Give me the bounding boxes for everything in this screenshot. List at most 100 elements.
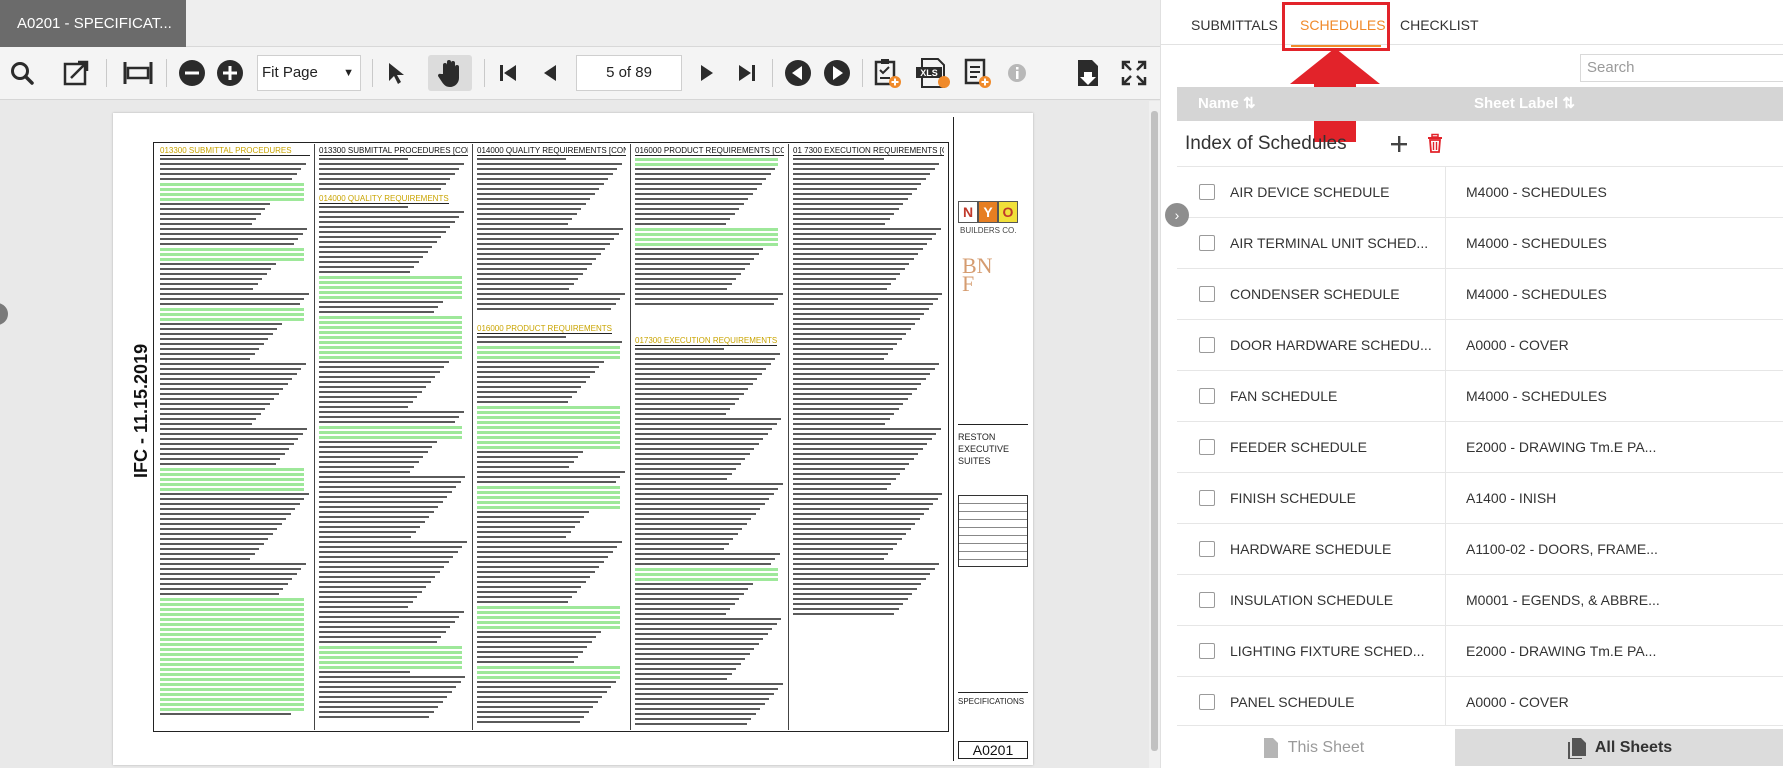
text-line	[160, 158, 250, 160]
table-row[interactable]: PANEL SCHEDULE A0000 - COVER	[1177, 677, 1783, 728]
previous-page-icon[interactable]	[535, 55, 565, 91]
next-page-icon[interactable]	[692, 55, 722, 91]
this-sheet-button[interactable]: This Sheet	[1177, 726, 1449, 768]
row-checkbox[interactable]	[1199, 592, 1215, 608]
column-divider	[1445, 422, 1446, 472]
row-checkbox[interactable]	[1199, 286, 1215, 302]
zoom-in-icon[interactable]	[214, 55, 246, 91]
highlighted-text-line	[160, 483, 304, 486]
add-icon[interactable]	[1388, 133, 1410, 155]
table-row[interactable]: CONDENSER SCHEDULE M4000 - SCHEDULES	[1177, 269, 1783, 320]
text-line	[477, 651, 583, 653]
text-line	[635, 203, 744, 205]
pan-hand-icon[interactable]	[428, 55, 472, 91]
text-line	[160, 383, 288, 385]
table-row[interactable]: AIR TERMINAL UNIT SCHED... M4000 - SCHEDU…	[1177, 218, 1783, 269]
text-line	[635, 608, 731, 610]
row-checkbox[interactable]	[1199, 439, 1215, 455]
document-add-icon[interactable]	[960, 55, 994, 91]
table-row[interactable]: INSULATION SCHEDULE M0001 - EGENDS, & ABB…	[1177, 575, 1783, 626]
text-line	[160, 423, 252, 425]
trash-icon[interactable]	[1425, 133, 1445, 155]
last-page-icon[interactable]	[732, 55, 762, 91]
vertical-scrollbar[interactable]	[1149, 101, 1160, 768]
table-row[interactable]: FINISH SCHEDULE A1400 - INISH	[1177, 473, 1783, 524]
clipboard-add-icon[interactable]	[870, 55, 904, 91]
text-line	[793, 303, 934, 305]
search-icon[interactable]	[6, 55, 38, 91]
back-circle-icon[interactable]	[782, 55, 814, 91]
text-line	[160, 268, 271, 270]
table-row[interactable]: HARDWARE SCHEDULE A1100-02 - DOORS, FRAME…	[1177, 524, 1783, 575]
text-line	[793, 473, 901, 475]
table-row[interactable]: FAN SCHEDULE M4000 - SCHEDULES	[1177, 371, 1783, 422]
highlighted-text-line	[319, 346, 463, 349]
collapse-panel-chevron-icon[interactable]: ›	[1165, 203, 1189, 227]
forward-circle-icon[interactable]	[821, 55, 853, 91]
row-checkbox[interactable]	[1199, 643, 1215, 659]
highlighted-text-line	[160, 633, 304, 636]
info-icon[interactable]	[1003, 55, 1031, 91]
text-line	[635, 603, 735, 605]
first-page-icon[interactable]	[493, 55, 523, 91]
zoom-select[interactable]: Fit Page ▼	[257, 55, 361, 91]
document-tab[interactable]: A0201 - SPECIFICAT...	[0, 0, 186, 47]
text-line	[477, 208, 582, 210]
xls-export-icon[interactable]: XLS	[913, 55, 953, 91]
fit-width-icon[interactable]	[60, 55, 92, 91]
text-line	[793, 533, 907, 535]
page-icon	[1263, 737, 1278, 758]
fit-page-icon[interactable]	[118, 55, 158, 91]
text-line	[635, 273, 741, 275]
spec-text-block	[477, 158, 626, 318]
text-line	[319, 511, 434, 513]
text-line	[793, 428, 941, 430]
tab-submittals[interactable]: SUBMITTALS	[1191, 0, 1278, 45]
text-line	[635, 468, 737, 470]
table-row[interactable]: DOOR HARDWARE SCHEDU... A0000 - COVER	[1177, 320, 1783, 371]
text-line	[319, 521, 425, 523]
text-line	[477, 641, 592, 643]
row-checkbox[interactable]	[1199, 184, 1215, 200]
row-checkbox[interactable]	[1199, 388, 1215, 404]
scrollbar-thumb[interactable]	[1151, 111, 1158, 751]
drawing-canvas[interactable]: IFC - 11.15.2019 013300 SUBMITTAL PROCED…	[0, 101, 1160, 768]
zoom-out-icon[interactable]	[176, 55, 208, 91]
search-input[interactable]: Search	[1580, 54, 1783, 82]
column-header-name[interactable]: Name ⇅	[1198, 87, 1256, 121]
left-panel-handle[interactable]	[0, 303, 8, 325]
row-checkbox[interactable]	[1199, 694, 1215, 710]
row-checkbox[interactable]	[1199, 541, 1215, 557]
text-line	[319, 236, 442, 238]
text-line	[160, 373, 297, 375]
all-sheets-button[interactable]: All Sheets	[1455, 729, 1783, 766]
text-line	[160, 203, 270, 205]
text-line	[160, 298, 304, 300]
text-line	[635, 288, 728, 290]
text-line	[319, 616, 460, 618]
text-line	[635, 403, 735, 405]
revision-table	[958, 495, 1028, 567]
text-line	[477, 536, 567, 538]
text-line	[477, 596, 573, 598]
fullscreen-icon[interactable]	[1118, 55, 1150, 91]
highlighted-text-line	[319, 656, 463, 659]
tab-schedules[interactable]: SCHEDULES	[1300, 0, 1386, 45]
download-sheet-icon[interactable]	[1072, 55, 1104, 91]
select-arrow-icon[interactable]	[380, 55, 412, 91]
table-row[interactable]: LIGHTING FIXTURE SCHED... E2000 - DRAWING…	[1177, 626, 1783, 677]
spec-text-block	[477, 336, 626, 726]
tab-checklist[interactable]: CHECKLIST	[1400, 0, 1479, 45]
row-checkbox[interactable]	[1199, 337, 1215, 353]
column-header-sheet-label[interactable]: Sheet Label ⇅	[1474, 87, 1575, 121]
spec-subheading: 016000 PRODUCT REQUIREMENTS	[477, 324, 612, 334]
text-line	[793, 403, 904, 405]
page-number-input[interactable]: 5 of 89	[576, 55, 682, 91]
row-checkbox[interactable]	[1199, 235, 1215, 251]
row-checkbox[interactable]	[1199, 490, 1215, 506]
text-line	[793, 523, 916, 525]
table-row[interactable]: FEEDER SCHEDULE E2000 - DRAWING Tm.E PA..…	[1177, 422, 1783, 473]
text-line	[635, 623, 777, 625]
highlighted-text-line	[160, 478, 304, 481]
table-row[interactable]: AIR DEVICE SCHEDULE M4000 - SCHEDULES	[1177, 167, 1783, 218]
